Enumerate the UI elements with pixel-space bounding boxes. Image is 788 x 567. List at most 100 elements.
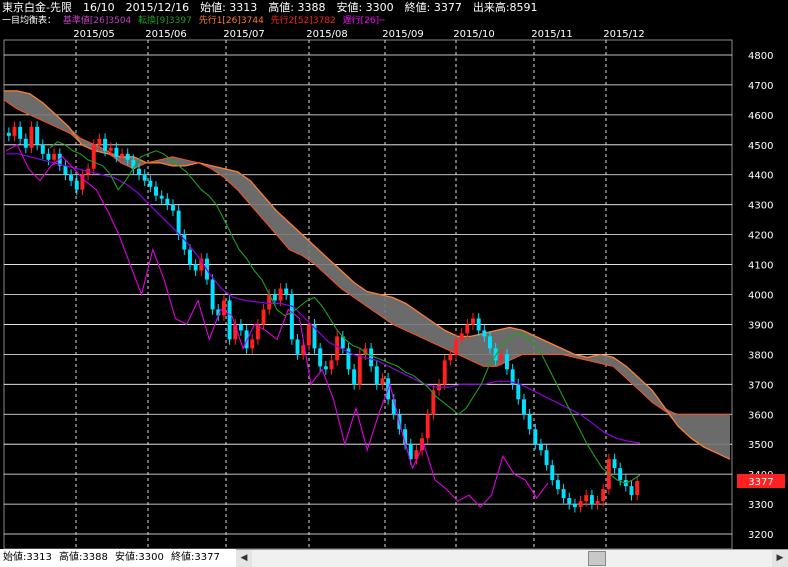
candle-body	[482, 330, 487, 337]
y-tick-label: 4000	[748, 291, 773, 302]
candle-body	[374, 366, 379, 385]
candle-body	[612, 459, 617, 469]
candle-body	[459, 333, 464, 340]
x-tick-label: 2015/07	[223, 29, 265, 40]
candle-body	[635, 481, 640, 496]
candle-body	[504, 354, 509, 370]
candle-body	[272, 294, 277, 301]
candle-body	[261, 309, 266, 325]
candle-body	[572, 504, 577, 508]
candle-body	[108, 147, 113, 151]
candle-body	[425, 414, 430, 439]
kijun-line	[6, 153, 641, 444]
candle-body	[69, 174, 74, 181]
horizontal-scrollbar[interactable]: ◀ ▶	[236, 549, 788, 567]
candle-body	[114, 147, 119, 157]
candle-body	[335, 336, 340, 361]
candle-body	[52, 153, 57, 160]
candle-body	[454, 339, 459, 355]
candle-body	[618, 468, 623, 481]
candle-body	[521, 399, 526, 415]
candle-body	[516, 384, 521, 400]
candle-body	[29, 126, 34, 148]
candle-body	[46, 153, 51, 160]
y-tick-label: 3200	[748, 530, 773, 541]
candle-body	[471, 318, 475, 325]
x-tick-label: 2015/12	[603, 29, 645, 40]
y-tick-label: 3600	[748, 410, 773, 421]
y-tick-label: 4300	[748, 201, 773, 212]
x-tick-label: 2015/05	[73, 29, 115, 40]
y-tick-label: 4800	[748, 51, 773, 62]
candle-body	[238, 324, 243, 331]
x-tick-label: 2015/09	[382, 29, 424, 40]
close-value: 終値:3377	[171, 552, 220, 563]
candle-body	[533, 429, 538, 445]
candle-body	[221, 300, 226, 316]
candle-body	[544, 450, 549, 466]
candle-body	[601, 489, 606, 502]
span-a-line	[4, 90, 731, 460]
candle-body	[131, 159, 136, 169]
candle-body	[567, 498, 572, 505]
low-value: 安値:3300	[115, 552, 164, 563]
candle-body	[442, 360, 447, 385]
candle-body	[210, 279, 215, 310]
candle-body	[148, 180, 153, 187]
candle-body	[561, 489, 566, 499]
candle-body	[369, 348, 374, 367]
candle-body	[550, 465, 555, 481]
candle-body	[589, 495, 594, 505]
x-tick-label: 2015/11	[531, 29, 573, 40]
candle-body	[142, 174, 147, 181]
candle-body	[74, 180, 79, 190]
candle-body	[18, 126, 23, 139]
candle-body	[23, 138, 28, 148]
candle-body	[125, 153, 130, 160]
x-tick-label: 2015/10	[453, 29, 495, 40]
status-bar: 始値:3313 高値:3388 安値:3300 終値:3377 ◀ ▶	[0, 549, 788, 567]
candle-body	[329, 360, 334, 370]
candle-body	[380, 378, 385, 385]
candle-body	[595, 501, 600, 505]
candle-body	[171, 204, 175, 211]
y-tick-label: 4700	[748, 81, 773, 92]
y-tick-label: 3700	[748, 380, 773, 391]
y-tick-label: 4400	[748, 171, 773, 182]
ichimoku-chart[interactable]: 3200330034003500360037003800390040004100…	[0, 0, 788, 549]
candle-body	[289, 294, 294, 340]
candle-body	[295, 339, 300, 355]
candle-body	[629, 486, 634, 496]
candle-body	[499, 354, 504, 361]
candle-body	[538, 444, 543, 451]
candle-body	[227, 300, 232, 340]
ichimoku-cloud	[4, 90, 730, 460]
candle-body	[137, 168, 142, 175]
y-tick-label: 4100	[748, 261, 773, 272]
candle-body	[103, 138, 108, 151]
scroll-right-icon[interactable]: ▶	[772, 550, 788, 567]
x-tick-label: 2015/06	[145, 29, 187, 40]
candle-body	[154, 186, 158, 196]
candle-body	[584, 495, 589, 502]
candle-body	[187, 249, 192, 265]
candle-body	[182, 234, 187, 250]
candle-body	[244, 330, 249, 349]
candle-body	[250, 339, 255, 349]
y-tick-label: 4600	[748, 111, 773, 122]
scroll-left-icon[interactable]: ◀	[236, 550, 252, 567]
candle-body	[6, 132, 11, 136]
candle-body	[476, 318, 481, 331]
candle-body	[193, 264, 198, 271]
y-tick-label: 3800	[748, 350, 773, 361]
candle-body	[448, 354, 453, 361]
candle-body	[465, 324, 470, 334]
high-value: 高値:3388	[59, 552, 108, 563]
candle-body	[40, 144, 45, 154]
y-tick-label: 3300	[748, 500, 773, 511]
candle-body	[527, 414, 532, 430]
candle-body	[323, 366, 328, 370]
x-tick-label: 2015/08	[306, 29, 348, 40]
scroll-thumb[interactable]	[588, 551, 606, 566]
candle-body	[97, 138, 102, 145]
